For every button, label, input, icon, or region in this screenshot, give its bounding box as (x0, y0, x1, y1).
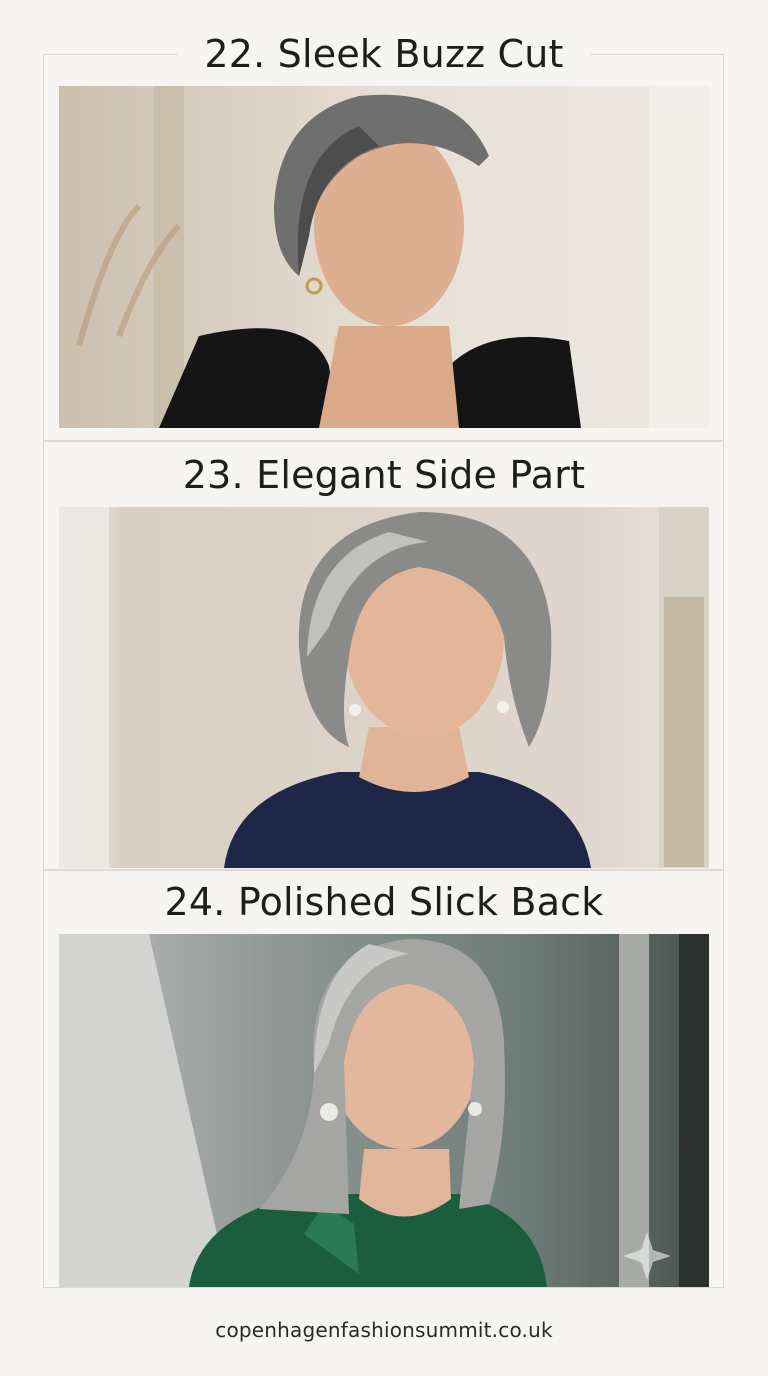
section-title-2: 23. Elegant Side Part (0, 453, 768, 497)
section-divider-2 (43, 869, 724, 871)
photo-2 (59, 507, 709, 868)
section-title-1: 22. Sleek Buzz Cut (0, 32, 768, 76)
footer-site-url[interactable]: copenhagenfashionsummit.co.uk (0, 1318, 768, 1342)
photo-3 (59, 934, 709, 1287)
section-divider-1 (43, 440, 724, 442)
photo-1 (59, 86, 709, 428)
section-title-3: 24. Polished Slick Back (0, 880, 768, 924)
